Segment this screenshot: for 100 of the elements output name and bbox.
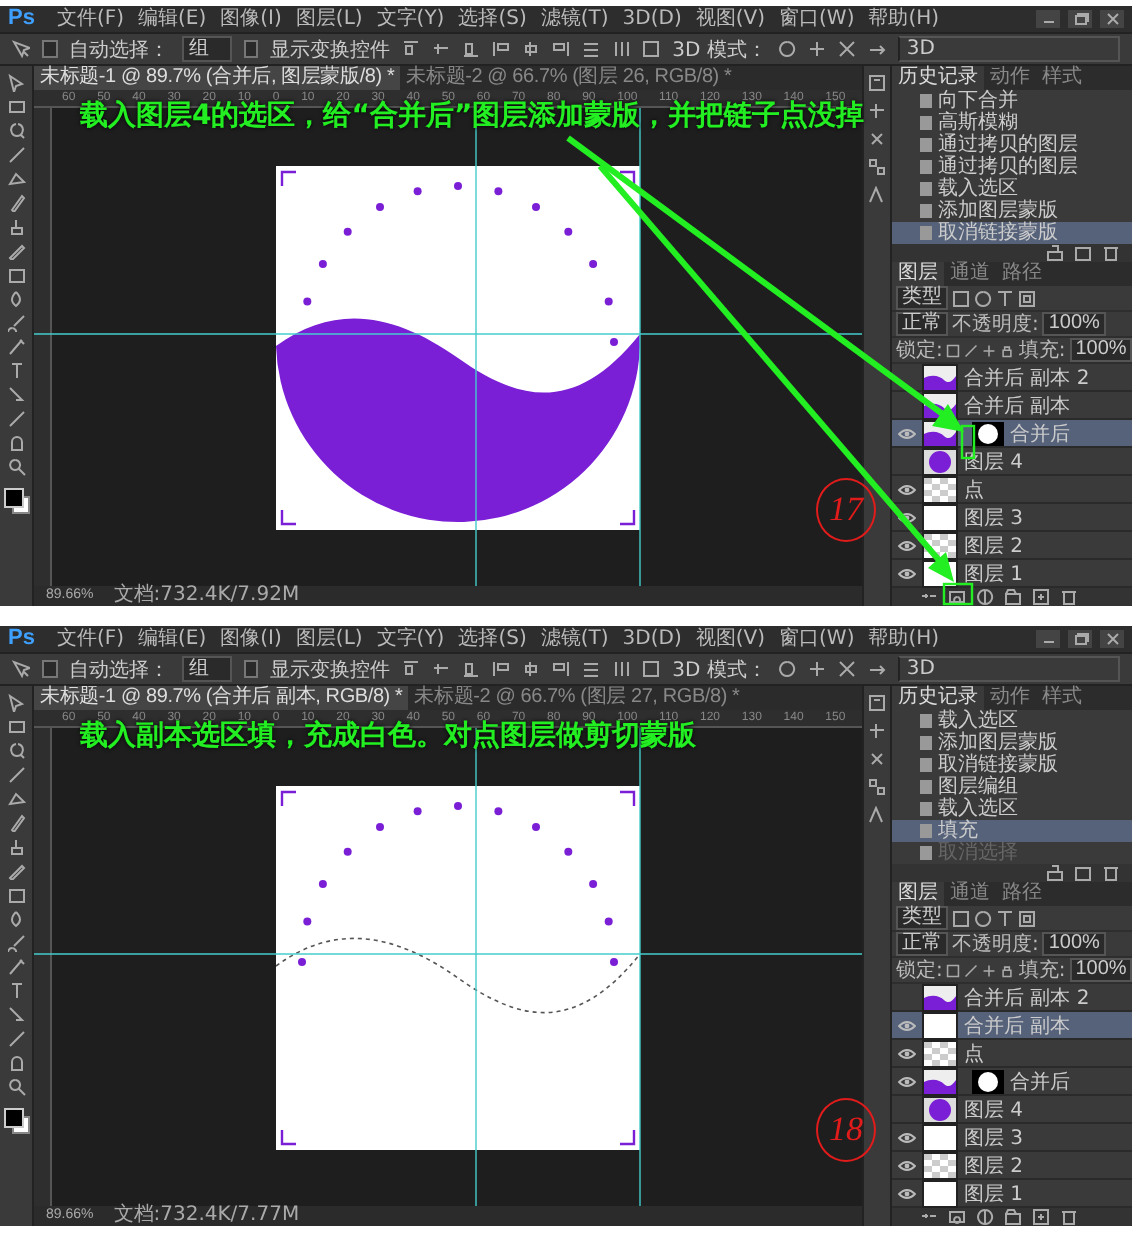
menu-item[interactable]: 图层(L) [295,8,363,30]
layer-row[interactable]: 点 [892,476,1132,504]
auto-select-dropdown[interactable]: 组 [181,36,232,62]
panel-icon[interactable] [868,750,886,768]
document-tab[interactable]: 未标题-1 @ 89.7% (合并后, 图层蒙版/8) * [34,66,401,90]
document-tab[interactable]: 未标题-2 @ 66.7% (图层 26, RGB/8) * [400,66,738,90]
align-icon[interactable] [402,660,421,678]
history-item[interactable]: 填充 [892,820,1132,842]
history-item[interactable]: 图层编组 [892,776,1132,798]
menu-item[interactable]: 图像(I) [220,8,282,30]
tool-icon[interactable] [7,1078,25,1096]
filter-icon[interactable] [996,289,1014,307]
panel-tab[interactable]: 动作 [984,686,1036,710]
document-tab[interactable]: 未标题-1 @ 89.7% (合并后 副本, RGB/8) * [34,686,409,710]
3d-tool-icon[interactable] [868,40,887,58]
eye-icon[interactable] [897,483,915,495]
lock-icon[interactable] [982,341,997,359]
layer-row[interactable]: 图层 3 [892,1124,1132,1152]
filter-icon[interactable] [996,909,1014,927]
eye-icon[interactable] [897,1075,915,1087]
history-action-icon[interactable] [1046,864,1064,882]
panel-tab[interactable]: 通道 [944,262,996,286]
history-item[interactable]: 载入选区 [892,710,1132,732]
3d-tool-icon[interactable] [778,660,797,678]
menu-item[interactable]: 选择(S) [458,628,527,650]
align-icon[interactable] [612,40,631,58]
layer-filter-dropdown[interactable]: 类型 [896,906,948,930]
menu-item[interactable]: 帮助(H) [868,8,940,30]
auto-select-checkbox[interactable] [42,40,58,58]
transform-controls-checkbox[interactable] [243,40,259,58]
tool-icon[interactable] [7,362,25,380]
auto-select-dropdown[interactable]: 组 [181,656,232,682]
layer-action-icon[interactable] [1060,588,1078,606]
align-icon[interactable] [582,40,601,58]
menu-item[interactable]: 视图(V) [695,8,766,30]
menu-item[interactable]: 文件(F) [56,628,125,650]
align-icon[interactable] [552,40,571,58]
history-action-icon[interactable] [1046,244,1064,262]
blend-mode-dropdown[interactable]: 正常 [896,932,948,956]
panel-tab[interactable]: 样式 [1036,686,1088,710]
workspace-dropdown[interactable]: 3D [898,656,1120,682]
menu-item[interactable]: 编辑(E) [138,628,207,650]
layer-row[interactable]: 点 [892,1040,1132,1068]
tool-icon[interactable] [7,742,25,760]
layer-row[interactable]: 合并后 副本 2 [892,364,1132,392]
layer-action-icon[interactable] [948,588,966,606]
panel-tab[interactable]: 通道 [944,882,996,906]
eye-icon[interactable] [897,511,915,523]
eye-icon[interactable] [897,427,915,439]
menu-item[interactable]: 选择(S) [458,8,527,30]
tool-icon[interactable] [7,338,25,356]
layer-row[interactable]: 合并后 [892,420,1132,448]
history-action-icon[interactable] [1102,244,1120,262]
layer-action-icon[interactable] [976,1208,994,1226]
layer-filter-dropdown[interactable]: 类型 [896,286,948,310]
panel-tab[interactable]: 图层 [892,262,944,286]
opacity-field[interactable]: 100% [1042,932,1106,956]
menu-item[interactable]: 滤镜(T) [540,628,609,650]
fill-field[interactable]: 100% [1069,338,1132,362]
panel-icon[interactable] [868,806,886,824]
history-item[interactable]: 载入选区 [892,178,1132,200]
tool-icon[interactable] [7,458,25,476]
eye-icon[interactable] [897,1019,915,1031]
panel-tab[interactable]: 历史记录 [892,686,984,710]
align-icon[interactable] [402,40,421,58]
history-action-icon[interactable] [1074,244,1092,262]
align-icon[interactable] [462,660,481,678]
filter-icon[interactable] [1018,289,1036,307]
align-icon[interactable] [432,40,451,58]
move-tool-icon[interactable] [12,40,30,58]
layer-action-icon[interactable] [1032,1208,1050,1226]
panel-icon[interactable] [868,694,886,712]
history-item[interactable]: 向下合并 [892,90,1132,112]
panel-tab[interactable]: 样式 [1036,66,1088,90]
eye-icon[interactable] [897,539,915,551]
layer-action-icon[interactable] [976,588,994,606]
layer-row[interactable]: 图层 4 [892,1096,1132,1124]
history-item[interactable]: 取消链接蒙版 [892,754,1132,776]
layer-row[interactable]: 图层 3 [892,504,1132,532]
tool-icon[interactable] [7,122,25,140]
panel-icon[interactable] [868,186,886,204]
menu-item[interactable]: 图层(L) [295,628,363,650]
history-item[interactable]: 添加图层蒙版 [892,200,1132,222]
menu-item[interactable]: 滤镜(T) [540,8,609,30]
layer-action-icon[interactable] [1004,588,1022,606]
panel-icon[interactable] [868,158,886,176]
panel-tab[interactable]: 动作 [984,66,1036,90]
align-icon[interactable] [582,660,601,678]
align-icon[interactable] [522,40,541,58]
align-icon[interactable] [522,660,541,678]
menu-item[interactable]: 编辑(E) [138,8,207,30]
layer-action-icon[interactable] [948,1208,966,1226]
history-item[interactable]: 载入选区 [892,798,1132,820]
3d-tool-icon[interactable] [808,40,827,58]
tool-icon[interactable] [7,314,25,332]
eye-icon[interactable] [897,567,915,579]
align-icon[interactable] [552,660,571,678]
menu-item[interactable]: 文字(Y) [376,628,445,650]
eye-icon[interactable] [897,1159,915,1171]
tool-icon[interactable] [7,934,25,952]
